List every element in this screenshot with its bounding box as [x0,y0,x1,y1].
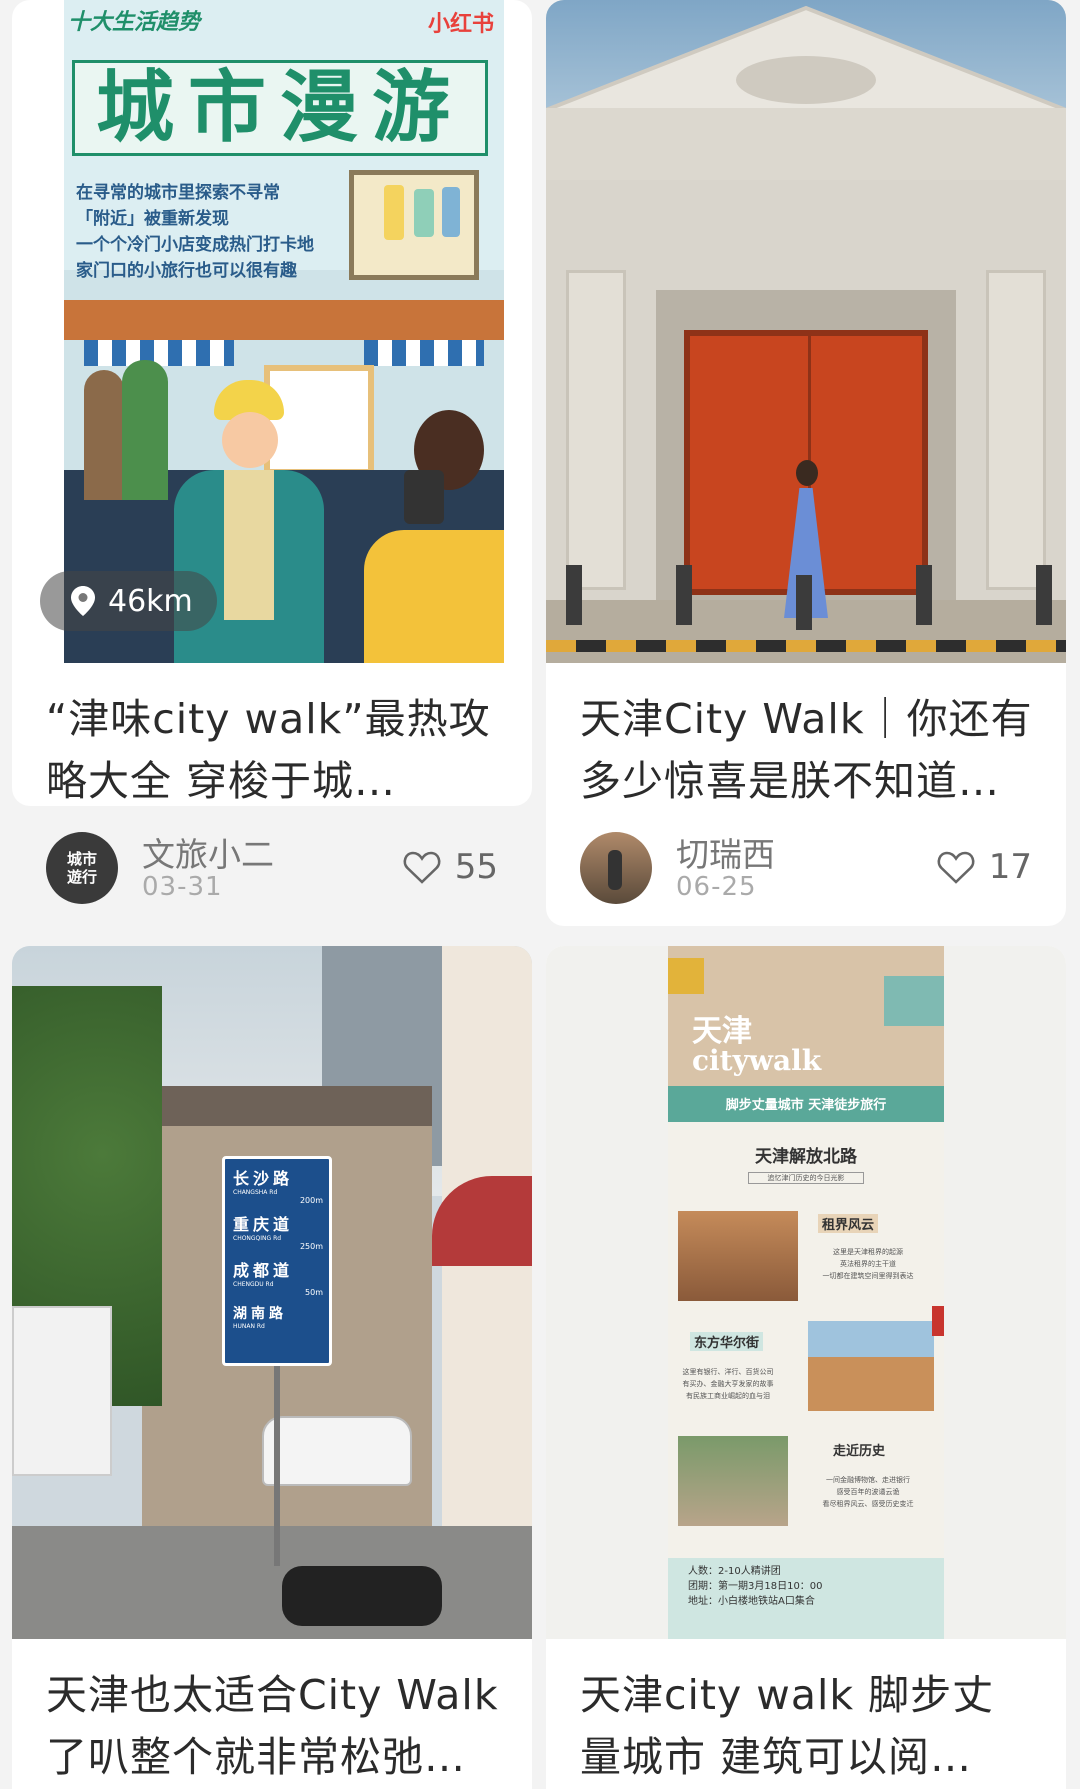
like-button[interactable]: 55 [403,842,498,892]
cover-line: 家门口的小旅行也可以很有趣 [76,261,297,281]
sign-dist: 250m [299,1242,323,1251]
stop-line: 有民族工商业崛起的血与泪 [686,1392,770,1400]
info-line: 地址：小白楼地铁站A口集合 [688,1596,815,1607]
route-subtitle: 追忆津门历史的今日光影 [748,1172,864,1184]
stop-line: 有买办、金融大亨发家的故事 [682,1380,774,1388]
note-title[interactable]: 天津也太适合City Walk了叭整个就非常松弛… [46,1664,502,1788]
info-line: 人数：2-10人精讲团 [688,1566,781,1577]
stop-desc: 这里有银行、洋行、百货公司 有买办、金融大亨发家的故事 有民族工商业崛起的血与泪 [668,1366,788,1402]
note-card[interactable]: 天津City Walk｜你还有多少惊喜是朕不知道… 切瑞西 06-25 17 [546,0,1066,926]
sign-road-en: CHENGDU Rd [233,1281,274,1288]
note-card[interactable]: 十大生活趋势 小红书 城市漫游 在寻常的城市里探索不寻常 「附近」被重新发现 一… [12,0,532,806]
stop-line: 感受百年的波谲云诡 [836,1488,900,1496]
stop-name: 租界风云 [818,1214,879,1233]
stop-line: 英法租界的主干道 [840,1260,896,1268]
cover-image[interactable]: 天津 citywalk 脚步丈量城市 天津徒步旅行 天津解放北路 追忆津门历史的… [546,946,1066,1639]
stop-line: 一切都在建筑空间里得到表达 [822,1272,914,1280]
stop-name: 走近历史 [833,1444,886,1459]
sign-road: 长沙路 [233,1169,294,1188]
truck [12,1306,112,1476]
building-pediment [546,5,1066,180]
like-count: 17 [988,847,1032,887]
brand-logo: 小红书 [427,12,494,37]
cover-image[interactable] [546,0,1066,663]
shop-awning [64,300,504,340]
cover-headline-text: 城市漫游 [95,63,464,153]
street-sign: 长沙路 CHANGSHA Rd 200m 重庆道 CHONGQING Rd 25… [222,1156,332,1366]
sign-road-en: CHONGQING Rd [233,1235,282,1242]
poster: 天津 citywalk 脚步丈量城市 天津徒步旅行 天津解放北路 追忆津门历史的… [668,946,944,1639]
poster-title-en: citywalk [692,1044,822,1077]
distance-value: 46km [108,583,193,619]
cover-lines: 在寻常的城市里探索不寻常 「附近」被重新发现 一个个冷门小店变成热门打卡地 家门… [76,180,314,284]
author-name[interactable]: 切瑞西 [676,828,775,876]
sign-row: 重庆道 CHONGQING Rd 250m [233,1211,323,1257]
heart-icon [937,851,975,884]
cover-line: 「附近」被重新发现 [76,209,229,229]
sign-dist: 50m [305,1288,323,1297]
author-name[interactable]: 文旅小二 [142,828,274,876]
sign-dist: 200m [299,1196,323,1205]
stop-line: 这里有银行、洋行、百货公司 [682,1368,774,1376]
poster-subtitle: 脚步丈量城市 天津徒步旅行 [725,1098,887,1113]
avatar-text: 城市 [66,850,97,868]
sign-road: 重庆道 [233,1215,294,1234]
post-date: 06-25 [676,872,757,902]
stop-line: 这里是天津租界的起源 [833,1248,903,1256]
post-date: 03-31 [142,872,223,902]
route-title: 天津解放北路 [755,1147,857,1167]
window-illustration [349,170,479,280]
stop-desc: 一间金融博物馆、走进银行 感受百年的波谲云诡 看尽租界风云、感受历史变迁 [793,1474,943,1510]
avatar[interactable] [580,832,652,904]
like-count: 55 [454,847,498,887]
sign-road-en: CHANGSHA Rd [233,1189,278,1196]
stop-desc: 这里是天津租界的起源 英法租界的主干道 一切都在建筑空间里得到表达 [798,1246,938,1282]
note-feed: 十大生活趋势 小红书 城市漫游 在寻常的城市里探索不寻常 「附近」被重新发现 一… [0,0,1080,1789]
heart-icon [403,851,441,884]
note-meta: 城市 遊行 文旅小二 03-31 55 [46,832,498,910]
like-button[interactable]: 17 [937,842,1032,892]
cover-line: 一个个冷门小店变成热门打卡地 [76,235,314,255]
note-card[interactable]: 天津 citywalk 脚步丈量城市 天津徒步旅行 天津解放北路 追忆津门历史的… [546,946,1066,1789]
avatar-text: 遊行 [66,868,97,886]
sign-road-en: HUNAN Rd [233,1323,265,1330]
cover-image[interactable]: 长沙路 CHANGSHA Rd 200m 重庆道 CHONGQING Rd 25… [12,946,532,1639]
stop-line: 看尽租界风云、感受历史变迁 [822,1500,914,1508]
note-title[interactable]: “津味city walk”最热攻略大全 穿梭于城… [46,688,502,806]
avatar[interactable]: 城市 遊行 [46,832,118,904]
cover-line: 在寻常的城市里探索不寻常 [76,183,280,203]
distance-badge: 46km [40,571,217,631]
sign-road: 湖南路 [233,1306,287,1322]
poster-info: 人数：2-10人精讲团 团期：第一期3月18日10：00 地址：小白楼地铁站A口… [668,1558,944,1639]
sign-row: 湖南路 HUNAN Rd [233,1303,323,1339]
note-title[interactable]: 天津City Walk｜你还有多少惊喜是朕不知道… [580,688,1036,812]
cover-image[interactable]: 十大生活趋势 小红书 城市漫游 在寻常的城市里探索不寻常 「附近」被重新发现 一… [12,0,532,663]
sign-row: 长沙路 CHANGSHA Rd 200m [233,1165,323,1211]
info-line: 团期：第一期3月18日10：00 [688,1581,823,1592]
trend-badge: 十大生活趋势 [68,10,201,35]
note-card[interactable]: 长沙路 CHANGSHA Rd 200m 重庆道 CHONGQING Rd 25… [12,946,532,1789]
stop-line: 一间金融博物馆、走进银行 [826,1476,910,1484]
stop-name: 东方华尔街 [690,1332,764,1351]
note-meta: 切瑞西 06-25 17 [580,832,1032,910]
sign-row: 成都道 CHENGDU Rd 50m [233,1257,323,1303]
location-pin-icon [71,586,95,616]
sign-road: 成都道 [233,1261,294,1280]
note-title[interactable]: 天津city walk 脚步丈量城市 建筑可以阅… [580,1664,1036,1788]
